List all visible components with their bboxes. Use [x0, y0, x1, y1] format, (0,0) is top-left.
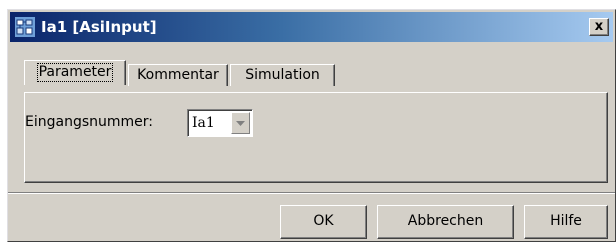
help-button-label: Hilfe — [550, 213, 582, 229]
chevron-down-icon — [236, 121, 245, 126]
dialog-window: Ia1 [AsiInput] x Parameter Kommentar Sim… — [7, 9, 616, 242]
tab-kommentar-label: Kommentar — [137, 67, 219, 83]
asi-module-icon — [15, 17, 35, 37]
close-icon: x — [594, 19, 604, 34]
window-title: Ia1 [AsiInput] — [41, 18, 157, 36]
input-number-dropdown[interactable]: Ia1 — [187, 109, 253, 137]
tab-simulation-label: Simulation — [245, 67, 320, 83]
divider — [8, 192, 615, 194]
ok-button[interactable]: OK — [280, 205, 367, 239]
tab-simulation[interactable]: Simulation — [230, 64, 335, 86]
tab-panel-parameter — [24, 92, 608, 183]
dropdown-arrow-button[interactable] — [231, 112, 250, 134]
cancel-button-label: Abbrechen — [407, 213, 484, 229]
tab-kommentar[interactable]: Kommentar — [128, 64, 228, 86]
tab-parameter[interactable]: Parameter — [24, 60, 126, 85]
input-number-value: Ia1 — [192, 115, 215, 131]
cancel-button[interactable]: Abbrechen — [377, 205, 514, 239]
input-number-label: Eingangsnummer: — [25, 114, 153, 130]
title-bar[interactable]: Ia1 [AsiInput] x — [10, 12, 613, 42]
tab-parameter-label: Parameter — [36, 63, 114, 82]
help-button[interactable]: Hilfe — [524, 205, 608, 239]
ok-button-label: OK — [313, 213, 334, 229]
close-button[interactable]: x — [589, 18, 609, 36]
